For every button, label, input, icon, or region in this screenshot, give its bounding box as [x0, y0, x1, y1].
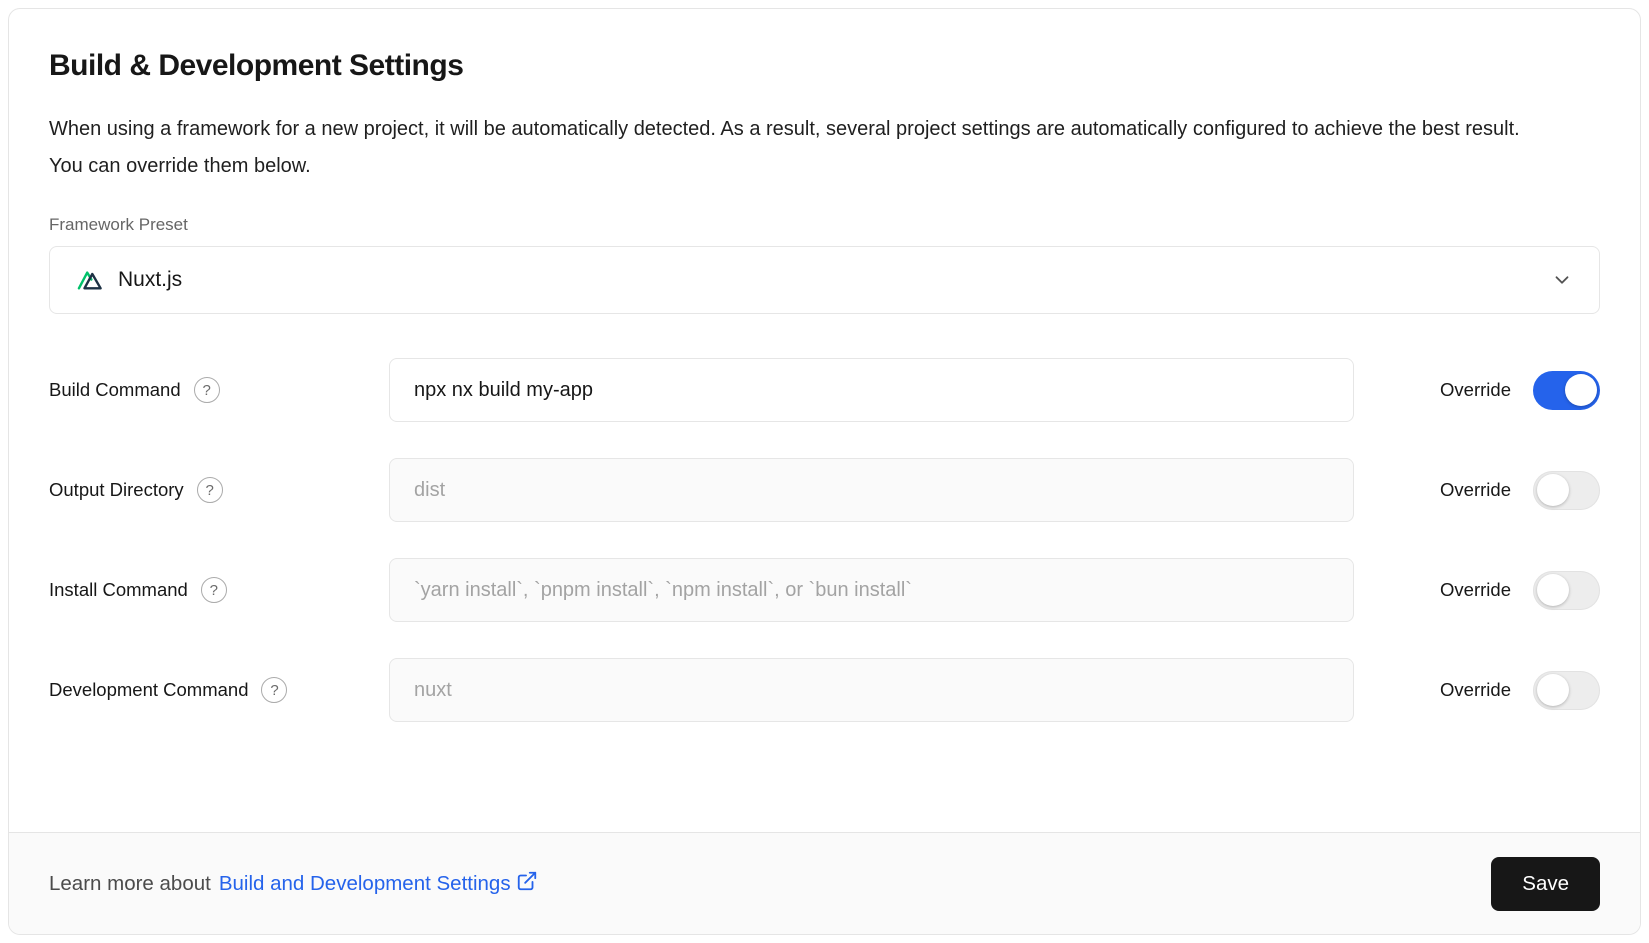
framework-preset-label: Framework Preset: [49, 215, 1600, 235]
install-command-input: [389, 558, 1354, 622]
override-label: Override: [1440, 379, 1511, 401]
learn-more-link-label: Build and Development Settings: [219, 872, 511, 896]
build-command-input[interactable]: [389, 358, 1354, 422]
learn-more-link[interactable]: Build and Development Settings: [219, 870, 538, 898]
chevron-down-icon: [1551, 269, 1573, 291]
help-circle-icon[interactable]: ?: [197, 477, 223, 503]
settings-main: Build & Development Settings When using …: [9, 9, 1640, 832]
help-circle-icon[interactable]: ?: [201, 577, 227, 603]
output-directory-input: [389, 458, 1354, 522]
help-circle-icon[interactable]: ?: [194, 377, 220, 403]
card-footer: Learn more about Build and Development S…: [9, 832, 1640, 934]
learn-more-prefix: Learn more about: [49, 872, 211, 896]
install-command-label: Install Command: [49, 579, 188, 601]
help-circle-icon[interactable]: ?: [261, 677, 287, 703]
development-command-override-toggle[interactable]: [1533, 671, 1600, 710]
output-directory-override-toggle[interactable]: [1533, 471, 1600, 510]
output-directory-row: Output Directory ? Override: [49, 458, 1600, 522]
learn-more-text: Learn more about Build and Development S…: [49, 870, 538, 898]
framework-selected-value: Nuxt.js: [118, 268, 182, 292]
development-command-input: [389, 658, 1354, 722]
override-label: Override: [1440, 579, 1511, 601]
build-command-override-toggle[interactable]: [1533, 371, 1600, 410]
build-command-label: Build Command: [49, 379, 181, 401]
toggle-knob: [1537, 474, 1569, 506]
nuxt-logo-icon: [76, 268, 104, 292]
install-command-override-toggle[interactable]: [1533, 571, 1600, 610]
toggle-knob: [1537, 674, 1569, 706]
toggle-knob: [1537, 574, 1569, 606]
override-label: Override: [1440, 679, 1511, 701]
development-command-row: Development Command ? Override: [49, 658, 1600, 722]
development-command-label: Development Command: [49, 679, 248, 701]
save-button[interactable]: Save: [1491, 857, 1600, 911]
install-command-row: Install Command ? Override: [49, 558, 1600, 622]
override-label: Override: [1440, 479, 1511, 501]
framework-preset-select[interactable]: Nuxt.js: [49, 246, 1600, 314]
output-directory-label: Output Directory: [49, 479, 184, 501]
toggle-knob: [1565, 374, 1597, 406]
external-link-icon: [516, 870, 538, 898]
build-dev-settings-card: Build & Development Settings When using …: [8, 8, 1641, 935]
build-command-row: Build Command ? Override: [49, 358, 1600, 422]
page-description: When using a framework for a new project…: [49, 111, 1539, 185]
page-title: Build & Development Settings: [49, 49, 1600, 83]
